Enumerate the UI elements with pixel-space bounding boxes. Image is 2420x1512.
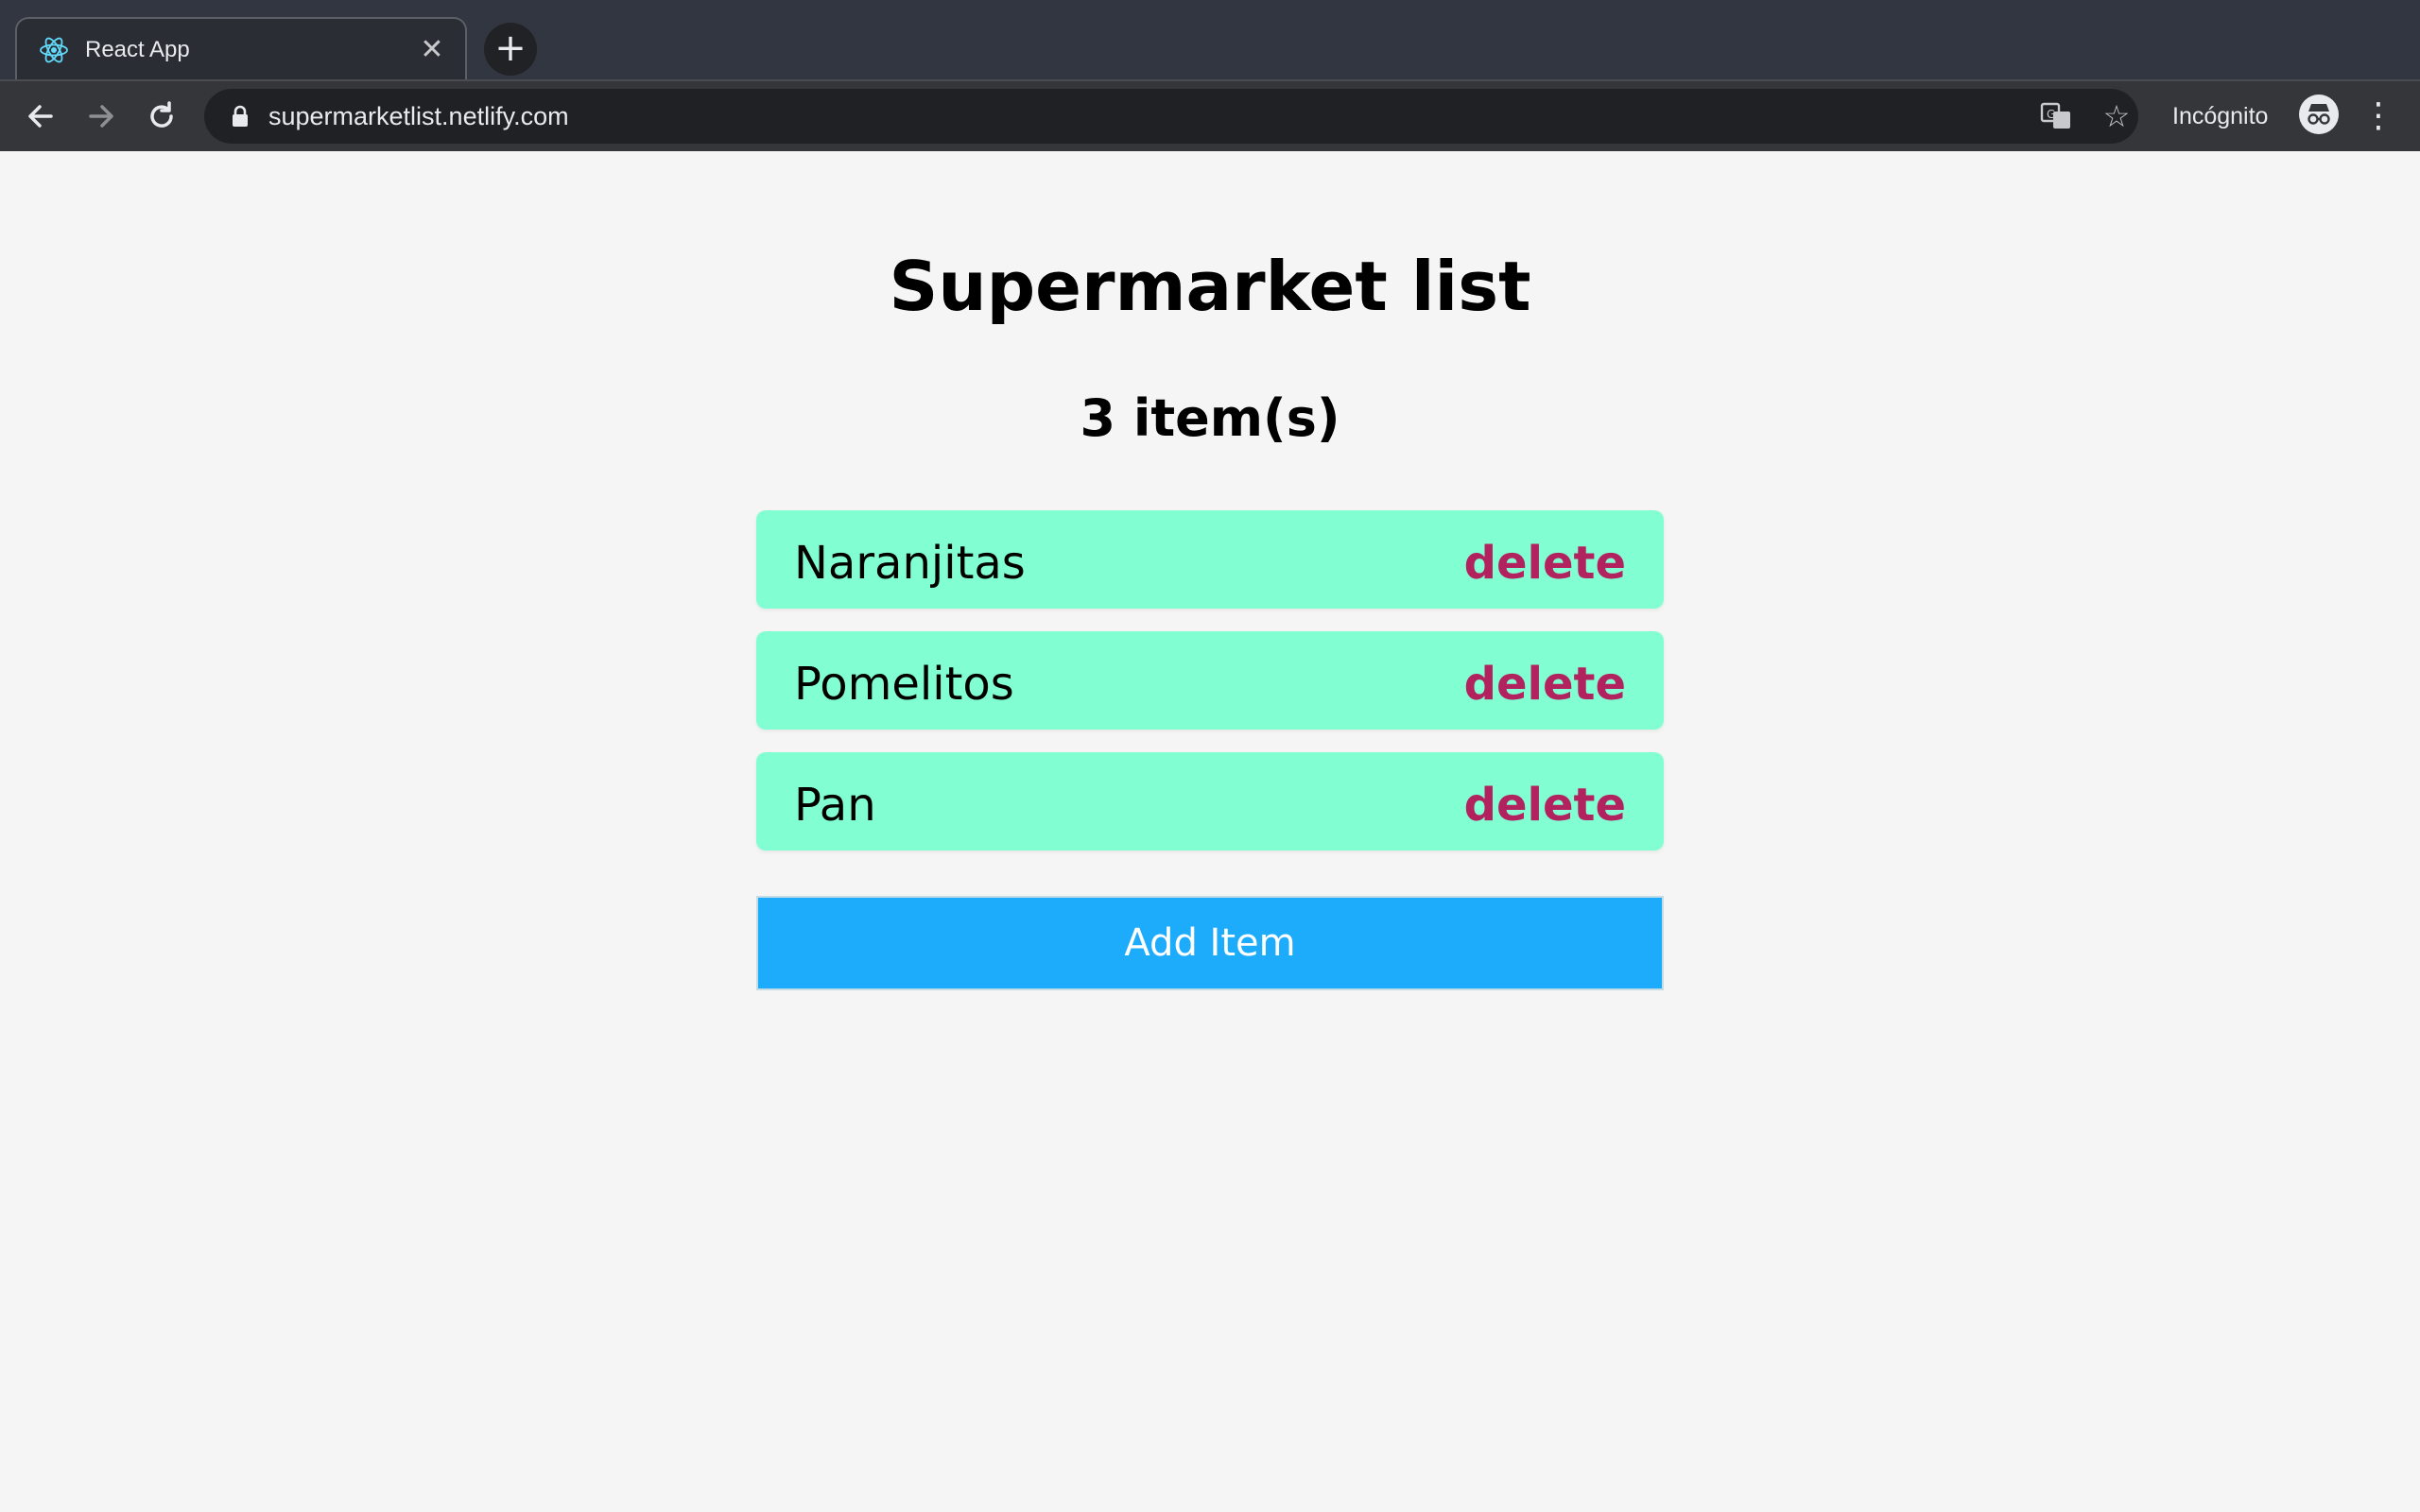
item-list: Naranjitas delete Pomelitos delete Pan d…	[756, 510, 1664, 873]
translate-icon[interactable]: G	[2038, 98, 2074, 134]
close-icon[interactable]: ✕	[416, 34, 448, 66]
more-vert-icon[interactable]: ⋮	[2361, 94, 2395, 138]
back-arrow-icon[interactable]	[17, 93, 64, 140]
browser-toolbar: supermarketlist.netlify.com G ☆ Incógnit…	[0, 79, 2420, 151]
item-name: Naranjitas	[794, 537, 1026, 590]
item-count: 3 item(s)	[1080, 388, 1340, 448]
delete-button[interactable]: delete	[1464, 535, 1626, 592]
tab-strip: React App ✕ +	[0, 0, 2420, 79]
delete-button[interactable]: delete	[1464, 777, 1626, 833]
item-name: Pomelitos	[794, 658, 1014, 711]
tab-title: React App	[85, 37, 190, 62]
incognito-icon[interactable]	[2299, 94, 2339, 134]
reload-icon[interactable]	[138, 93, 185, 140]
add-item-button[interactable]: Add Item	[756, 896, 1664, 990]
lock-icon	[229, 104, 251, 129]
page-title: Supermarket list	[889, 247, 1531, 326]
browser-chrome: React App ✕ + supermarketlist.netlify.co…	[0, 0, 2420, 151]
list-item: Pan delete	[756, 752, 1664, 850]
url-text[interactable]: supermarketlist.netlify.com	[268, 100, 569, 132]
tab-react-app[interactable]: React App ✕	[15, 17, 467, 79]
list-item: Naranjitas delete	[756, 510, 1664, 609]
new-tab-plus-icon[interactable]: +	[484, 23, 537, 76]
svg-text:G: G	[2047, 108, 2055, 121]
item-name: Pan	[794, 779, 876, 832]
address-bar[interactable]: supermarketlist.netlify.com G ☆	[204, 89, 2138, 144]
react-atom-icon	[38, 34, 70, 66]
list-item: Pomelitos delete	[756, 631, 1664, 730]
star-icon[interactable]: ☆	[2099, 98, 2135, 134]
forward-arrow-icon[interactable]	[78, 93, 125, 140]
profile-label[interactable]: Incógnito	[2172, 100, 2268, 132]
delete-button[interactable]: delete	[1464, 656, 1626, 713]
page-content: Supermarket list 3 item(s) Naranjitas de…	[0, 151, 2420, 1512]
